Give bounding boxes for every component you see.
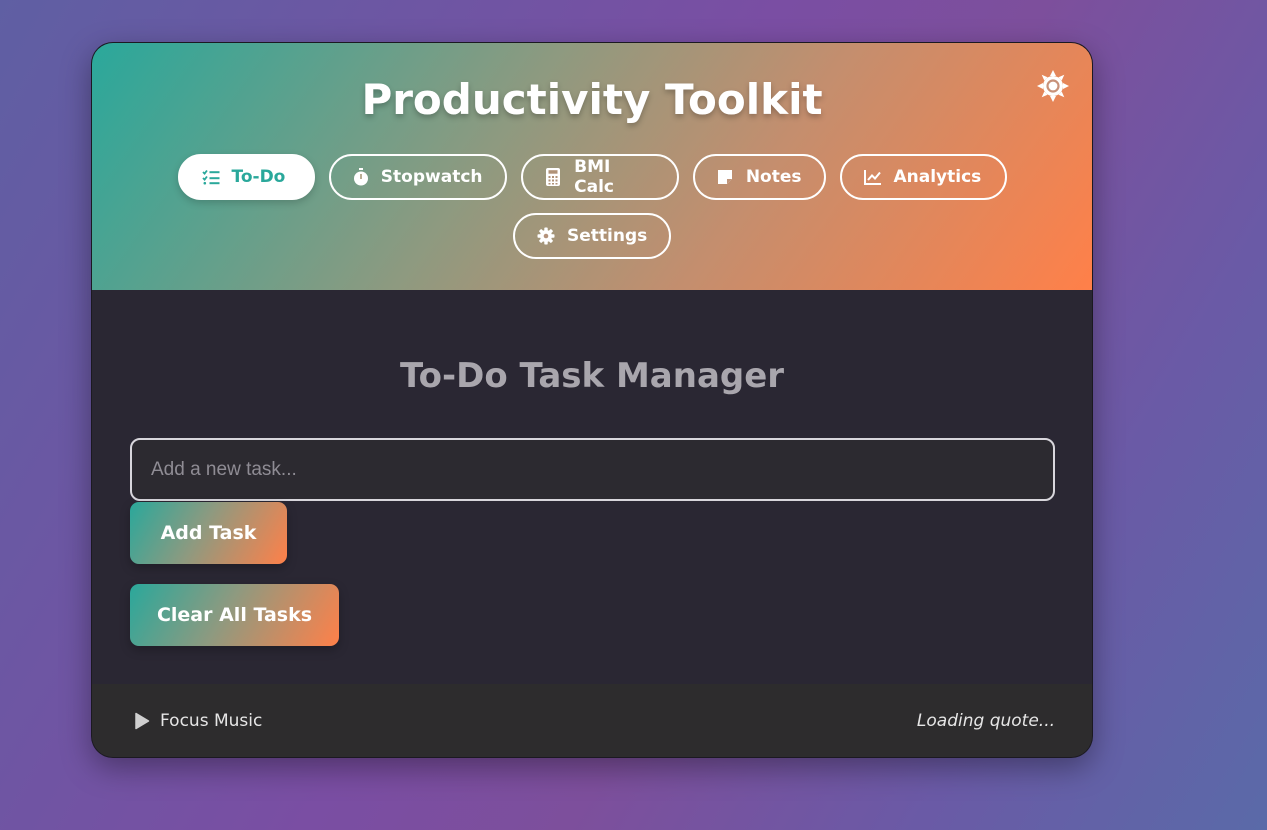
app-card: Productivity Toolkit To-Do Stopwatch BMI… bbox=[91, 42, 1093, 758]
footer-bar: Focus Music Loading quote... bbox=[92, 684, 1092, 757]
tab-todo[interactable]: To-Do bbox=[177, 154, 315, 200]
tab-analytics-label: Analytics bbox=[893, 167, 982, 187]
checklist-icon bbox=[201, 168, 220, 186]
focus-music-label: Focus Music bbox=[160, 711, 263, 731]
stopwatch-icon bbox=[353, 168, 369, 186]
app-title: Productivity Toolkit bbox=[361, 75, 823, 124]
note-icon bbox=[717, 168, 734, 186]
tab-analytics[interactable]: Analytics bbox=[839, 154, 1007, 200]
tab-settings-label: Settings bbox=[567, 226, 648, 246]
tab-notes-label: Notes bbox=[745, 167, 802, 187]
tab-stopwatch-label: Stopwatch bbox=[380, 167, 483, 187]
sun-icon bbox=[1037, 70, 1069, 102]
section-title: To-Do Task Manager bbox=[399, 356, 785, 396]
gear-icon bbox=[537, 227, 555, 245]
focus-music-toggle[interactable]: Focus Music bbox=[134, 711, 262, 731]
app-header: Productivity Toolkit To-Do Stopwatch BMI… bbox=[92, 43, 1092, 290]
tab-notes[interactable]: Notes bbox=[692, 154, 826, 200]
new-task-input[interactable] bbox=[130, 438, 1055, 501]
todo-panel: To-Do Task Manager Add Task Clear All Ta… bbox=[92, 290, 1092, 684]
tab-bmi-calc[interactable]: BMI Calc bbox=[520, 154, 679, 200]
theme-toggle-button[interactable] bbox=[1036, 69, 1070, 103]
quote-text: Loading quote... bbox=[916, 711, 1055, 731]
tab-todo-label: To-Do bbox=[231, 167, 286, 187]
tab-bmi-calc-label: BMI Calc bbox=[574, 157, 614, 197]
play-icon bbox=[135, 712, 150, 730]
tab-settings[interactable]: Settings bbox=[513, 213, 671, 259]
tab-stopwatch[interactable]: Stopwatch bbox=[328, 154, 507, 200]
chart-line-icon bbox=[863, 168, 882, 186]
tab-bar: To-Do Stopwatch BMI Calc Notes Analytics… bbox=[92, 154, 1092, 259]
add-task-button[interactable]: Add Task bbox=[130, 502, 287, 564]
calculator-icon bbox=[545, 168, 563, 186]
clear-all-tasks-button[interactable]: Clear All Tasks bbox=[130, 584, 339, 646]
